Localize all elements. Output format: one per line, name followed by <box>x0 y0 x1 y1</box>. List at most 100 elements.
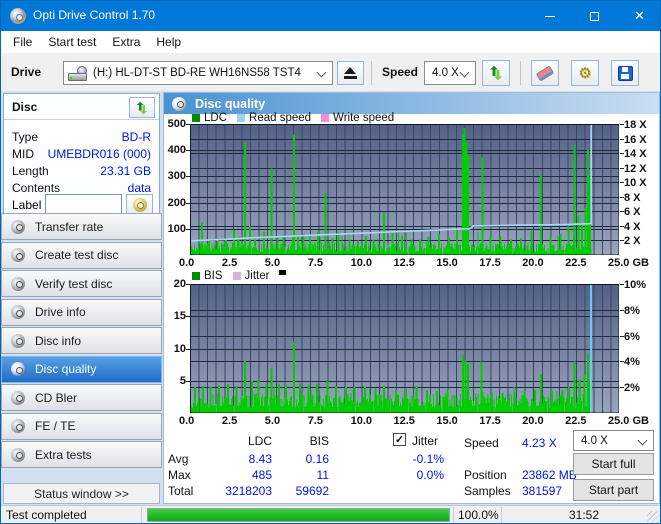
drive-label: Drive <box>11 65 42 79</box>
save-button[interactable] <box>611 60 639 86</box>
sidebar-item-disc-quality[interactable]: Disc quality <box>1 355 162 383</box>
disc-icon <box>11 362 25 376</box>
minimize-icon <box>544 15 555 17</box>
refresh-disc-button[interactable] <box>129 97 155 118</box>
sidebar-item-fe-te[interactable]: FE / TE <box>1 412 162 440</box>
legend-swatch <box>232 272 241 280</box>
legend-label: Read speed <box>249 112 312 124</box>
x-axis-label: 15.0 <box>436 415 458 427</box>
legend-label: Write speed <box>333 112 395 124</box>
disc-quality-panel: Disc quality LDC Read speed Write speed 100… <box>163 92 660 504</box>
write-label-button[interactable] <box>126 194 153 215</box>
x-axis-label: 22.5 <box>565 415 587 427</box>
sidebar-item-label: Extra tests <box>35 447 92 462</box>
disc-icon <box>11 390 25 405</box>
start-part-button[interactable]: Start part <box>573 479 654 501</box>
axis-tick <box>620 309 624 311</box>
jitter-checkbox[interactable]: ✓ <box>393 433 406 446</box>
status-text: Test completed <box>6 508 87 522</box>
maximize-button[interactable] <box>572 1 617 31</box>
statusbar-divider <box>501 507 502 523</box>
axis-tick <box>620 196 624 198</box>
eraser-icon <box>535 64 555 82</box>
menu-start-test[interactable]: Start test <box>40 31 104 53</box>
left-axis-label: 300 <box>167 170 186 183</box>
close-button[interactable]: ✕ <box>617 1 660 31</box>
status-window-button[interactable]: Status window >> <box>3 483 160 504</box>
erase-disc-button[interactable] <box>531 60 559 86</box>
x-axis-label: 7.5 <box>307 257 323 269</box>
x-axis-label: 10.0 <box>350 415 373 427</box>
sidebar-item-cd-bler[interactable]: CD Bler <box>1 384 162 411</box>
right-axis-label: 10 X <box>624 177 647 190</box>
sidebar-item-label: CD Bler <box>35 390 78 405</box>
eject-button[interactable] <box>337 61 364 85</box>
axis-tick <box>620 182 624 184</box>
x-axis-label: 22.5 <box>565 257 587 269</box>
sidebar-item-label: Verify test disc <box>35 276 113 291</box>
legend-item: LDC <box>192 112 227 124</box>
disc-contents-row: Contents data <box>12 181 151 195</box>
sidebar-item-extra-tests[interactable]: Extra tests <box>1 441 162 468</box>
title-bar: Opti Drive Control 1.70 ✕ <box>1 1 660 31</box>
x-axis-label: 2.5 <box>221 257 238 269</box>
legend-swatch <box>321 114 330 122</box>
legend-item: BIS <box>192 270 223 282</box>
sidebar-item-transfer-rate[interactable]: Transfer rate <box>1 213 162 240</box>
axis-tick <box>620 387 624 389</box>
settings-button[interactable]: ⚙ <box>571 60 599 86</box>
close-icon: ✕ <box>634 8 645 23</box>
position-stat-label: Position <box>464 468 507 482</box>
resize-grip-icon[interactable] <box>647 511 659 523</box>
save-icon <box>617 65 633 81</box>
disc-type-row: Type BD-R <box>12 130 151 144</box>
x-axis-label: 25.0 GB <box>608 257 649 269</box>
menu-file[interactable]: File <box>5 31 40 53</box>
max-row-label: Max <box>168 468 191 482</box>
legend-label: LDC <box>204 112 228 124</box>
legend-label: BIS <box>204 270 223 282</box>
toolbar: Drive (H:) HL-DT-ST BD-RE WH16NS58 TST4 … <box>1 53 660 91</box>
chevron-down-icon <box>637 435 648 446</box>
disc-quality-ldc-chart <box>190 124 619 255</box>
speed-stat-label: Speed <box>464 436 499 450</box>
disc-icon <box>11 305 25 319</box>
start-full-button[interactable]: Start full <box>573 453 654 475</box>
right-axis-label: 10% <box>624 279 647 291</box>
x-axis-label: 5.0 <box>264 257 281 269</box>
axis-tick <box>620 361 624 363</box>
sidebar-item-verify-test-disc[interactable]: Verify test disc <box>1 270 162 297</box>
refresh-speed-button[interactable] <box>482 60 510 86</box>
x-axis-label: 12.5 <box>393 415 415 427</box>
avg-row-label: Avg <box>168 452 189 466</box>
speed-select-value: 4.0 X <box>432 67 459 79</box>
sidebar-item-create-test-disc[interactable]: Create test disc <box>1 241 162 269</box>
sidebar-item-drive-info[interactable]: Drive info <box>1 298 162 326</box>
test-speed-select[interactable]: 4.0 X <box>573 430 654 451</box>
total-bis-value: 59692 <box>295 484 329 498</box>
minimize-button[interactable] <box>527 1 572 31</box>
statusbar-divider <box>453 507 454 523</box>
left-axis-label: 15 <box>173 310 186 323</box>
progress-bar <box>147 508 450 522</box>
menu-bar: File Start test Extra Help <box>1 31 660 53</box>
samples-stat-label: Samples <box>464 484 511 498</box>
disc-label-label: Label <box>12 198 42 212</box>
right-axis-label: 12 X <box>624 162 647 175</box>
legend-swatch <box>192 272 200 280</box>
speed-select[interactable]: 4.0 X <box>424 61 476 85</box>
right-axis-label: 2 X <box>624 235 641 248</box>
disc-type-value: BD-R <box>121 130 151 144</box>
x-axis-label: 17.5 <box>479 415 501 427</box>
elapsed-time: 31:52 <box>568 508 599 522</box>
disc-info-panel: Disc Type BD-R MID UMEBDR016 (000) Lengt… <box>3 93 160 219</box>
menu-extra[interactable]: Extra <box>104 31 148 53</box>
disc-label-input[interactable] <box>45 194 122 214</box>
disc-panel-title: Disc <box>12 100 38 114</box>
progress-fill <box>148 509 449 521</box>
toolbar-separator <box>371 61 372 85</box>
drive-select[interactable]: (H:) HL-DT-ST BD-RE WH16NS58 TST4 <box>63 61 333 85</box>
sidebar-item-disc-info[interactable]: Disc info <box>1 327 162 354</box>
menu-help[interactable]: Help <box>148 31 189 53</box>
disc-mid-value: UMEBDR016 (000) <box>47 147 151 161</box>
